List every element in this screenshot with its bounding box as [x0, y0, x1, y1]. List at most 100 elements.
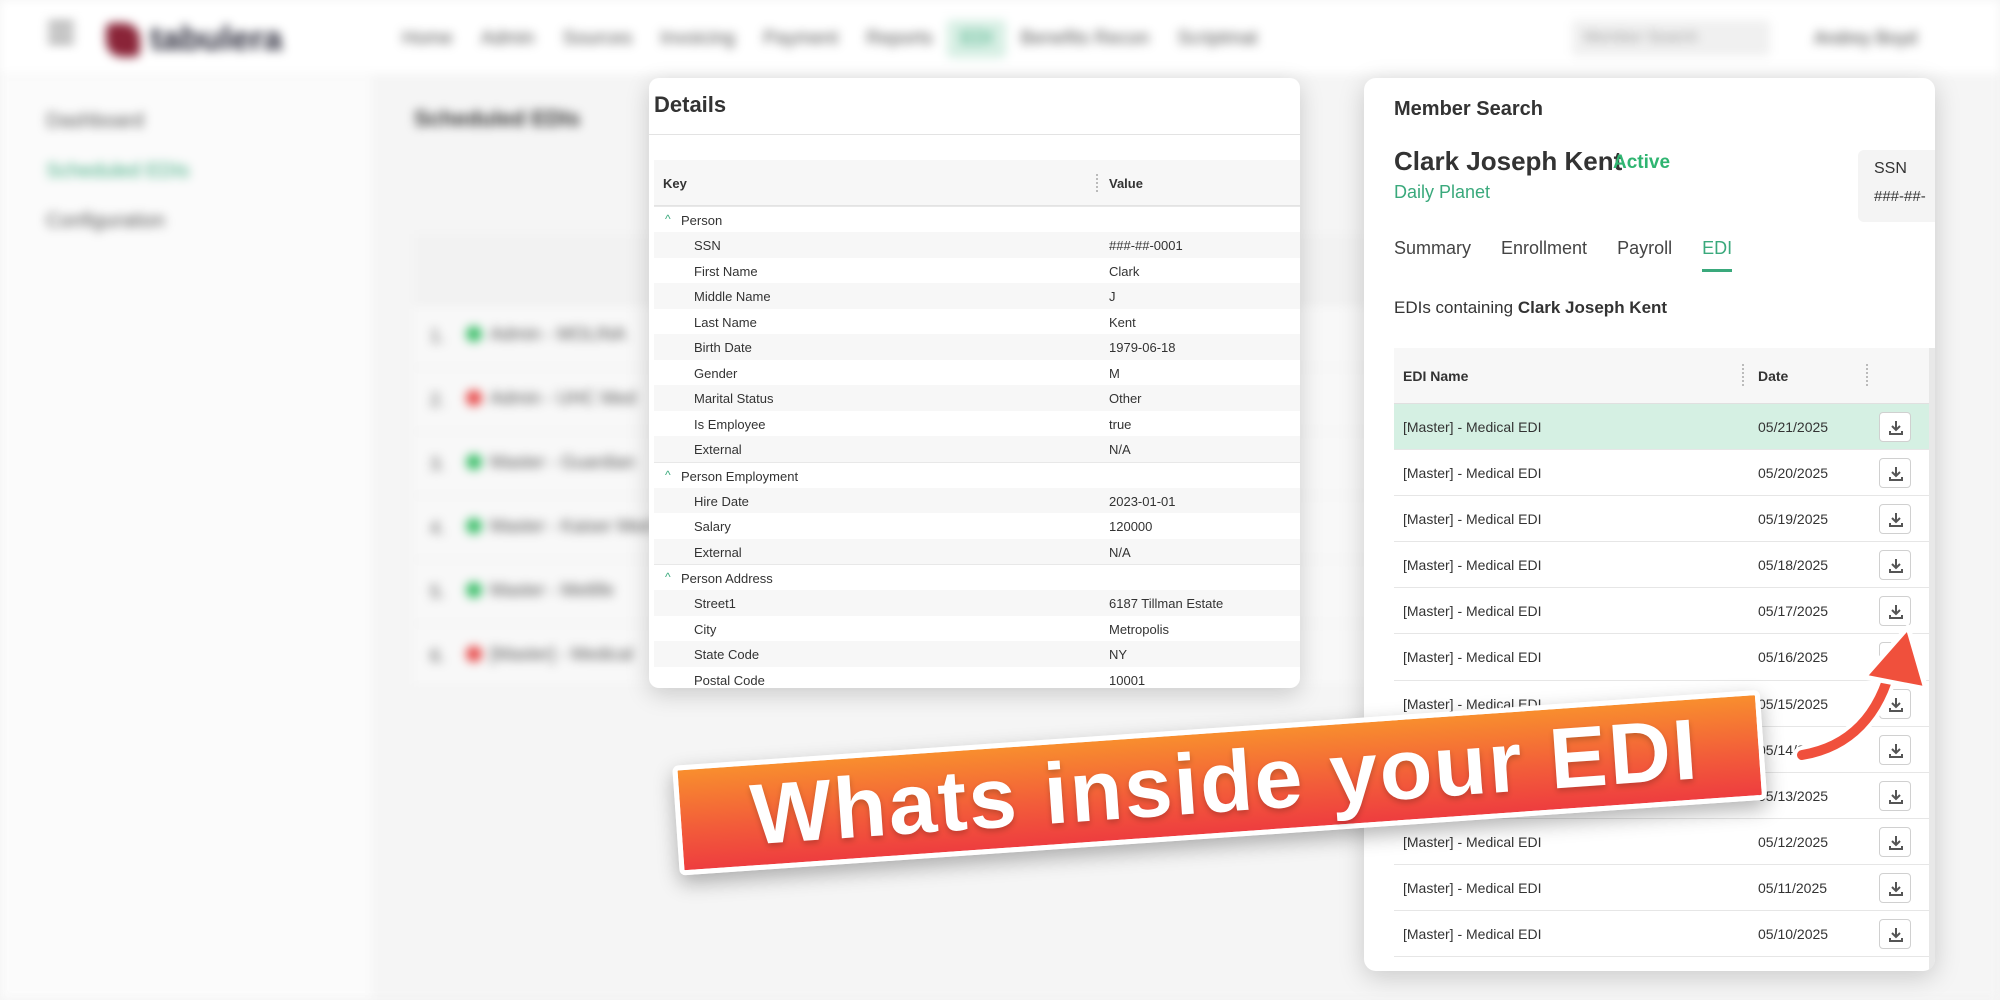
download-button[interactable] [1879, 826, 1911, 857]
table-row[interactable]: [Master] - Medical EDI 05/18/2025 [1394, 542, 1935, 589]
column-header-value[interactable]: Value [1109, 176, 1143, 191]
detail-key: Salary [694, 519, 731, 534]
detail-value: ###-##-0001 [1109, 238, 1183, 253]
detail-key: First Name [694, 263, 758, 279]
table-row[interactable]: [Master] - Medical EDI 05/12/2025 [1394, 819, 1935, 865]
hamburger-menu-icon[interactable] [48, 22, 74, 44]
ssn-value: ###-##- [1874, 188, 1926, 205]
table-row[interactable]: [Master] - Medical EDI 05/20/2025 [1394, 450, 1935, 497]
sidebar-item-dashboard[interactable]: Dashboard [46, 110, 144, 133]
ssn-card: SSN ###-##- [1858, 150, 1935, 222]
column-header-key[interactable]: Key [663, 176, 687, 191]
detail-row: External N/A [654, 436, 1300, 462]
detail-value: 1979-06-18 [1109, 340, 1176, 355]
detail-key: External [694, 544, 742, 560]
edi-name: [Master] - Medical EDI [1403, 419, 1542, 435]
member-search-input[interactable]: Member Search [1572, 20, 1770, 56]
download-button[interactable] [1879, 458, 1911, 489]
edi-name: [Master] - Medical EDI [1403, 926, 1542, 943]
download-button[interactable] [1879, 412, 1911, 442]
nav-item-edi[interactable]: EDI [946, 20, 1007, 58]
nav-item-admin[interactable]: Admin [467, 20, 549, 58]
edi-name: [Master] - Medical EDI [1403, 603, 1542, 620]
row-name: Master - Metlife [490, 580, 615, 600]
detail-value: Metropolis [1109, 621, 1169, 637]
table-row[interactable]: [Master] - Medical EDI 05/10/2025 [1394, 911, 1935, 958]
group-row[interactable]: ^ Person Employment [654, 461, 1300, 488]
column-header-edi-name[interactable]: EDI Name [1403, 368, 1468, 384]
detail-key: Birth Date [694, 340, 752, 355]
download-button[interactable] [1879, 550, 1911, 581]
member-search-title: Member Search [1394, 98, 1543, 120]
group-row[interactable]: ^ Person [654, 206, 1300, 232]
nav-item-benefits-recon[interactable]: Benefits Recon [1006, 20, 1163, 58]
edi-caption-name: Clark Joseph Kent [1517, 298, 1668, 317]
details-table-header: Key Value [654, 160, 1300, 206]
tab-edi[interactable]: EDI [1702, 238, 1733, 272]
download-icon [1889, 559, 1903, 574]
table-row[interactable]: [Master] - Medical EDI 05/11/2025 [1394, 865, 1935, 912]
detail-value: M [1109, 365, 1120, 381]
group-label: Person [681, 213, 723, 228]
nav-item-sources[interactable]: Sources [549, 20, 647, 58]
nav-item-payment[interactable]: Payment [749, 20, 852, 58]
chevron-up-icon[interactable]: ^ [665, 212, 671, 226]
tab-summary[interactable]: Summary [1394, 238, 1471, 272]
nav-item-reports[interactable]: Reports [852, 20, 947, 58]
detail-row: Gender M [654, 360, 1300, 386]
tab-payroll[interactable]: Payroll [1617, 238, 1672, 272]
detail-key: Marital Status [694, 391, 774, 406]
edi-date: 05/13/2025 [1758, 787, 1829, 804]
table-row[interactable]: [Master] - Medical EDI 05/21/2025 [1394, 404, 1935, 451]
group-row[interactable]: ^ Person Address [654, 564, 1300, 590]
column-resize-handle[interactable] [1096, 174, 1098, 192]
download-icon [1889, 789, 1903, 804]
detail-value: 120000 [1109, 519, 1153, 534]
column-resize-handle[interactable] [1866, 364, 1868, 386]
detail-value: Clark [1109, 263, 1140, 279]
download-button[interactable] [1879, 872, 1911, 903]
edi-caption-prefix: EDIs containing [1394, 298, 1514, 317]
brand-logo[interactable]: tabulera [106, 20, 282, 59]
tab-enrollment[interactable]: Enrollment [1501, 238, 1587, 272]
sidebar-item-configuration[interactable]: Configuration [46, 210, 165, 233]
column-resize-handle[interactable] [1742, 364, 1744, 386]
nav-item-invoicing[interactable]: Invoicing [646, 20, 749, 58]
detail-key: State Code [694, 647, 760, 662]
sidebar-item-scheduled-edis[interactable]: Scheduled EDIs [46, 160, 189, 183]
download-button[interactable] [1879, 780, 1911, 811]
member-search-panel: Member Search Clark Joseph Kent Active D… [1364, 78, 1935, 971]
detail-row: Middle Name J [654, 283, 1300, 309]
download-icon [1889, 928, 1903, 943]
column-header-date[interactable]: Date [1758, 368, 1788, 384]
detail-row: Salary 120000 [654, 513, 1300, 539]
detail-row: External N/A [654, 538, 1300, 564]
edi-date: 05/19/2025 [1758, 511, 1829, 528]
nav-item-home[interactable]: Home [388, 20, 467, 58]
download-icon [1889, 835, 1903, 850]
detail-key: SSN [694, 238, 721, 253]
detail-value: N/A [1109, 544, 1131, 560]
edi-name: [Master] - Medical EDI [1403, 557, 1542, 574]
detail-row: City Metropolis [654, 616, 1300, 642]
details-title: Details [654, 92, 727, 117]
user-menu[interactable]: Andrey Boyd [1814, 28, 1917, 49]
chevron-up-icon[interactable]: ^ [665, 468, 671, 482]
detail-row: State Code NY [654, 641, 1300, 667]
edi-date: 05/12/2025 [1758, 833, 1829, 850]
chevron-up-icon[interactable]: ^ [665, 570, 671, 584]
download-button[interactable] [1879, 504, 1911, 535]
download-icon [1889, 467, 1903, 482]
details-panel: Details Key Value ^ Person SSN ###-##-0001 F… [649, 78, 1300, 688]
download-icon [1889, 881, 1903, 896]
nav-item-scriptmat[interactable]: Scriptmat [1163, 20, 1271, 58]
edi-caption: EDIs containing Clark Joseph Kent [1394, 298, 1667, 318]
edi-date: 05/11/2025 [1758, 879, 1828, 896]
member-company-link[interactable]: Daily Planet [1394, 182, 1490, 203]
detail-value: Kent [1109, 314, 1136, 330]
detail-row: Hire Date 2023-01-01 [654, 487, 1300, 513]
detail-value: N/A [1109, 442, 1131, 457]
details-table: Key Value ^ Person SSN ###-##-0001 First Nam… [654, 160, 1300, 688]
download-button[interactable] [1879, 919, 1911, 950]
table-row[interactable]: [Master] - Medical EDI 05/19/2025 [1394, 496, 1935, 543]
